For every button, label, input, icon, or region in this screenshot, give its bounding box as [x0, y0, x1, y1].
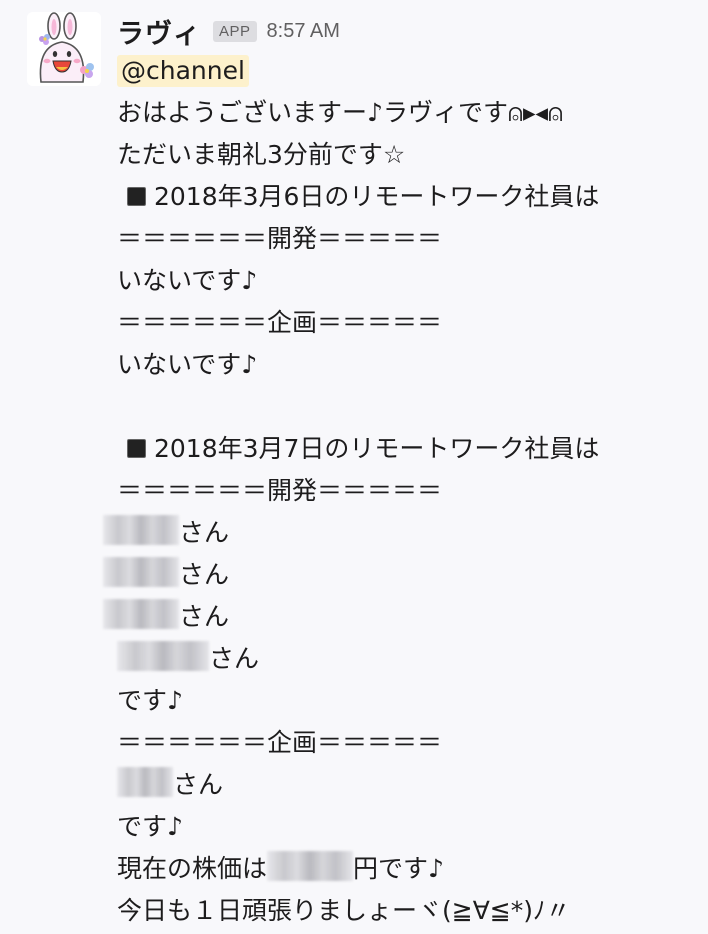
dev-divider-2: ＝＝＝＝＝＝開発＝＝＝＝＝	[117, 476, 443, 505]
stock-price-suffix: 円です♪	[353, 854, 444, 883]
countdown-line: ただいま朝礼3分前です☆	[117, 140, 406, 169]
black-square-icon	[127, 187, 146, 206]
message-header: ラヴィ APP 8:57 AM	[117, 12, 702, 50]
dev-closing: です♪	[117, 686, 183, 715]
member-suffix: さん	[179, 518, 230, 547]
channel-mention[interactable]: @channel	[117, 55, 249, 87]
mention-line: @channel	[117, 50, 702, 92]
redacted-stock-price	[267, 851, 354, 881]
date-heading-1: 2018年3月6日のリモートワーク社員は	[117, 176, 702, 218]
dev-member-3: さん	[103, 596, 702, 638]
stock-price-line: 現在の株価は 円です♪	[117, 848, 702, 890]
closing-line: 今日も１日頑張りましょーヾ(≧∀≦*)ﾉ〃	[117, 896, 571, 925]
redacted-name	[117, 767, 173, 797]
bot-avatar[interactable]	[27, 12, 101, 86]
dev-member-4: さん	[117, 638, 702, 680]
redacted-name	[103, 557, 179, 587]
sender-name[interactable]: ラヴィ	[117, 12, 201, 51]
member-suffix: さん	[209, 644, 260, 673]
message: ラヴィ APP 8:57 AM @channel おはようございますー♪ラヴィで…	[0, 0, 708, 934]
stock-price-prefix: 現在の株価は	[117, 854, 268, 883]
planning-closing: です♪	[117, 812, 183, 841]
redacted-name	[103, 599, 179, 629]
redacted-name	[103, 515, 179, 545]
app-badge: APP	[213, 20, 257, 42]
planning-divider-2: ＝＝＝＝＝＝企画＝＝＝＝＝	[117, 728, 443, 757]
member-suffix: さん	[179, 602, 230, 631]
dev-member-2: さん	[103, 554, 702, 596]
redacted-name	[117, 641, 209, 671]
member-suffix: さん	[173, 770, 224, 799]
dev-none-1: いないです♪	[117, 266, 258, 295]
member-suffix: さん	[179, 560, 230, 589]
bunny-bot-avatar-icon	[27, 12, 101, 86]
date-heading-2: 2018年3月7日のリモートワーク社員は	[117, 428, 702, 470]
planning-member-1: さん	[117, 764, 702, 806]
planning-none-1: いないです♪	[117, 350, 258, 379]
black-square-icon	[127, 439, 146, 458]
dev-divider-1: ＝＝＝＝＝＝開発＝＝＝＝＝	[117, 224, 443, 253]
message-timestamp[interactable]: 8:57 AM	[267, 20, 340, 43]
message-content: ラヴィ APP 8:57 AM @channel おはようございますー♪ラヴィで…	[103, 12, 702, 932]
dev-member-1: さん	[103, 512, 702, 554]
greeting-line: おはようございますー♪ラヴィです⍝▸◂⍝	[117, 98, 564, 127]
date-heading-1-text: 2018年3月6日のリモートワーク社員は	[154, 182, 600, 211]
date-heading-2-text: 2018年3月7日のリモートワーク社員は	[154, 434, 600, 463]
planning-divider-1: ＝＝＝＝＝＝企画＝＝＝＝＝	[117, 308, 443, 337]
